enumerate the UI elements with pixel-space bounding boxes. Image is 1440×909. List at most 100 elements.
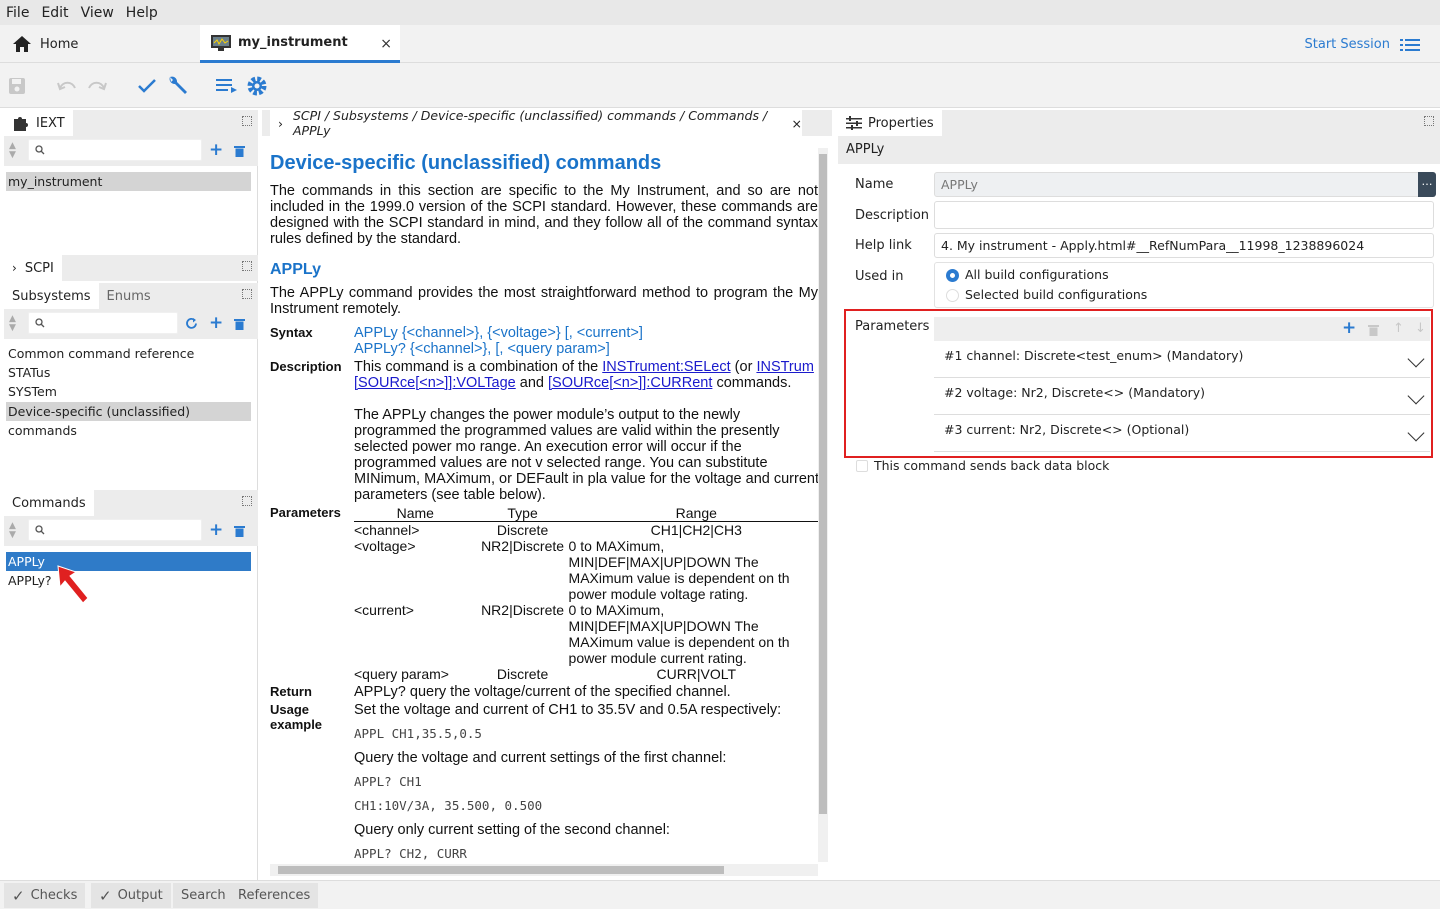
search-icon — [35, 318, 45, 328]
table-row: <voltage> NR2|Discrete 0 to MAXimum, MIN|D… — [354, 538, 790, 602]
expand-icon[interactable] — [242, 496, 252, 506]
doc-summary: The APPLy command provides the most stra… — [270, 285, 818, 317]
chevron-right-icon: › — [12, 261, 17, 275]
menu-file[interactable]: File — [0, 5, 35, 21]
left-column: IEXT ▲ ▼ + my_instrument › SCPI Subsystem… — [0, 110, 258, 880]
return-label: Return — [270, 684, 312, 699]
description-label: Description — [855, 208, 930, 223]
description-label: Description — [270, 359, 342, 374]
syntax-label: Syntax — [270, 325, 313, 340]
delete-icon[interactable] — [234, 145, 245, 157]
iext-tab[interactable]: IEXT — [4, 110, 73, 136]
settings-gear-icon[interactable] — [246, 75, 268, 97]
refresh-icon[interactable] — [185, 317, 198, 330]
tab-my-instrument-label: my_instrument — [238, 35, 348, 50]
wrench-icon[interactable] — [166, 75, 188, 97]
properties-panel: Properties APPLy Name APPLy … Descriptio… — [838, 110, 1440, 880]
expand-icon[interactable] — [242, 261, 252, 271]
scpi-title: SCPI — [24, 260, 54, 276]
search-icon — [35, 525, 45, 535]
syntax-line: APPLy {<channel>}, {<voltage>} [, <curre… — [354, 325, 643, 341]
name-field[interactable]: APPLy — [934, 172, 1434, 197]
doc-subheading: APPLy — [270, 261, 321, 278]
table-row: <channel> Discrete CH1|CH2|CH3 — [354, 522, 742, 538]
parameters-row: Parameters Name Type Range <channel> Discre… — [270, 505, 818, 682]
usage-row: Usage example Set the voltage and curren… — [270, 702, 818, 862]
command-item-selected[interactable]: APPLy — [6, 552, 251, 571]
usage-text: Set the voltage and current of CH1 to 35… — [354, 702, 782, 718]
tab-subsystems[interactable]: Subsystems — [4, 283, 99, 309]
table-header: Name — [396, 505, 434, 521]
tab-enums[interactable]: Enums — [99, 283, 159, 309]
desc-text: and — [519, 375, 544, 391]
return-text: APPLy? query the voltage/current of the … — [354, 684, 731, 700]
tab-home[interactable]: Home — [0, 25, 200, 63]
scrollbar-thumb[interactable] — [278, 866, 724, 874]
more-button[interactable]: … — [1418, 172, 1436, 197]
link-instrument-select[interactable]: INSTrument:SELect — [602, 359, 730, 375]
status-bar: ✓ Checks ✓ Output Search References — [0, 880, 1440, 909]
sort-icon[interactable]: ▲ ▼ — [9, 315, 19, 335]
link-instrument[interactable]: INSTrum — [756, 359, 813, 375]
references-button[interactable]: References — [230, 883, 319, 908]
subsystem-item[interactable]: SYSTem — [6, 382, 251, 401]
subsystem-item[interactable]: STATus — [6, 363, 251, 382]
checks-button[interactable]: ✓ Checks — [4, 883, 86, 908]
list-arrow-icon[interactable] — [216, 75, 238, 97]
expand-icon[interactable] — [1424, 116, 1434, 126]
iext-search-input[interactable] — [28, 139, 202, 161]
output-button[interactable]: ✓ Output — [91, 883, 171, 908]
undo-icon[interactable] — [56, 75, 78, 97]
add-icon[interactable]: + — [209, 520, 223, 540]
properties-tab[interactable]: Properties — [838, 110, 942, 136]
menu-view[interactable]: View — [75, 5, 120, 21]
expand-icon[interactable] — [242, 116, 252, 126]
subsystem-item[interactable]: Common command reference — [6, 344, 251, 363]
menu-edit[interactable]: Edit — [35, 5, 74, 21]
add-icon[interactable]: + — [209, 313, 223, 333]
close-tab-icon[interactable]: × — [380, 36, 392, 52]
scpi-tab[interactable]: › SCPI — [4, 255, 62, 281]
scrollbar-thumb[interactable] — [819, 154, 827, 814]
vertical-scrollbar[interactable] — [818, 148, 828, 862]
radio-selected-configs[interactable] — [946, 289, 959, 302]
menu-bar: File Edit View Help — [0, 0, 1440, 25]
start-session-label: Start Session — [1304, 37, 1391, 52]
command-item[interactable]: APPLy? — [6, 571, 251, 590]
help-link-field[interactable]: 4. My instrument - Apply.html#__RefNumPa… — [934, 233, 1434, 258]
breadcrumb-tab[interactable]: › SCPI / Subsystems / Device-specific (u… — [270, 108, 802, 138]
radio-selected-configs-label: Selected build configurations — [965, 287, 1148, 302]
check-icon: ✓ — [99, 886, 112, 905]
parameters-label: Parameters — [270, 505, 341, 520]
horizontal-scrollbar[interactable] — [270, 864, 818, 876]
sort-icon[interactable]: ▲ ▼ — [9, 142, 19, 162]
close-icon[interactable]: × — [792, 116, 802, 131]
radio-all-configs[interactable] — [946, 269, 959, 282]
tab-bar: Home my_instrument × Start Session — [0, 25, 1440, 63]
start-session-button[interactable]: Start Session — [1304, 37, 1420, 52]
check-icon[interactable] — [136, 75, 158, 97]
expand-icon[interactable] — [242, 289, 252, 299]
commands-search-input[interactable] — [28, 519, 202, 541]
search-button[interactable]: Search — [173, 883, 234, 908]
delete-icon[interactable] — [234, 318, 245, 330]
scpi-search-input[interactable] — [28, 312, 178, 334]
sort-icon[interactable]: ▲ ▼ — [9, 522, 19, 542]
redo-icon[interactable] — [86, 75, 108, 97]
link-source-voltage[interactable]: [SOURce[<n>]]:VOLTage — [354, 375, 516, 391]
breadcrumb: SCPI / Subsystems / Device-specific (unc… — [293, 108, 768, 138]
doc-heading: Device-specific (unclassified) commands — [270, 152, 662, 174]
link-source-current[interactable]: [SOURce[<n>]]:CURRent — [548, 375, 712, 391]
description-field[interactable] — [934, 201, 1434, 229]
red-arrow-annotation — [57, 565, 89, 604]
menu-help[interactable]: Help — [120, 5, 164, 21]
data-block-checkbox[interactable] — [856, 460, 868, 472]
subsystem-item-selected[interactable]: Device-specific (unclassified) commands — [6, 402, 251, 438]
iext-item[interactable]: my_instrument — [6, 172, 251, 191]
tab-my-instrument[interactable]: my_instrument × — [200, 25, 400, 63]
add-icon[interactable]: + — [209, 140, 223, 160]
delete-icon[interactable] — [234, 525, 245, 537]
desc-paragraph: The APPLy changes the power module’s out… — [354, 407, 818, 503]
commands-tab[interactable]: Commands — [4, 490, 94, 516]
save-icon[interactable] — [6, 75, 28, 97]
